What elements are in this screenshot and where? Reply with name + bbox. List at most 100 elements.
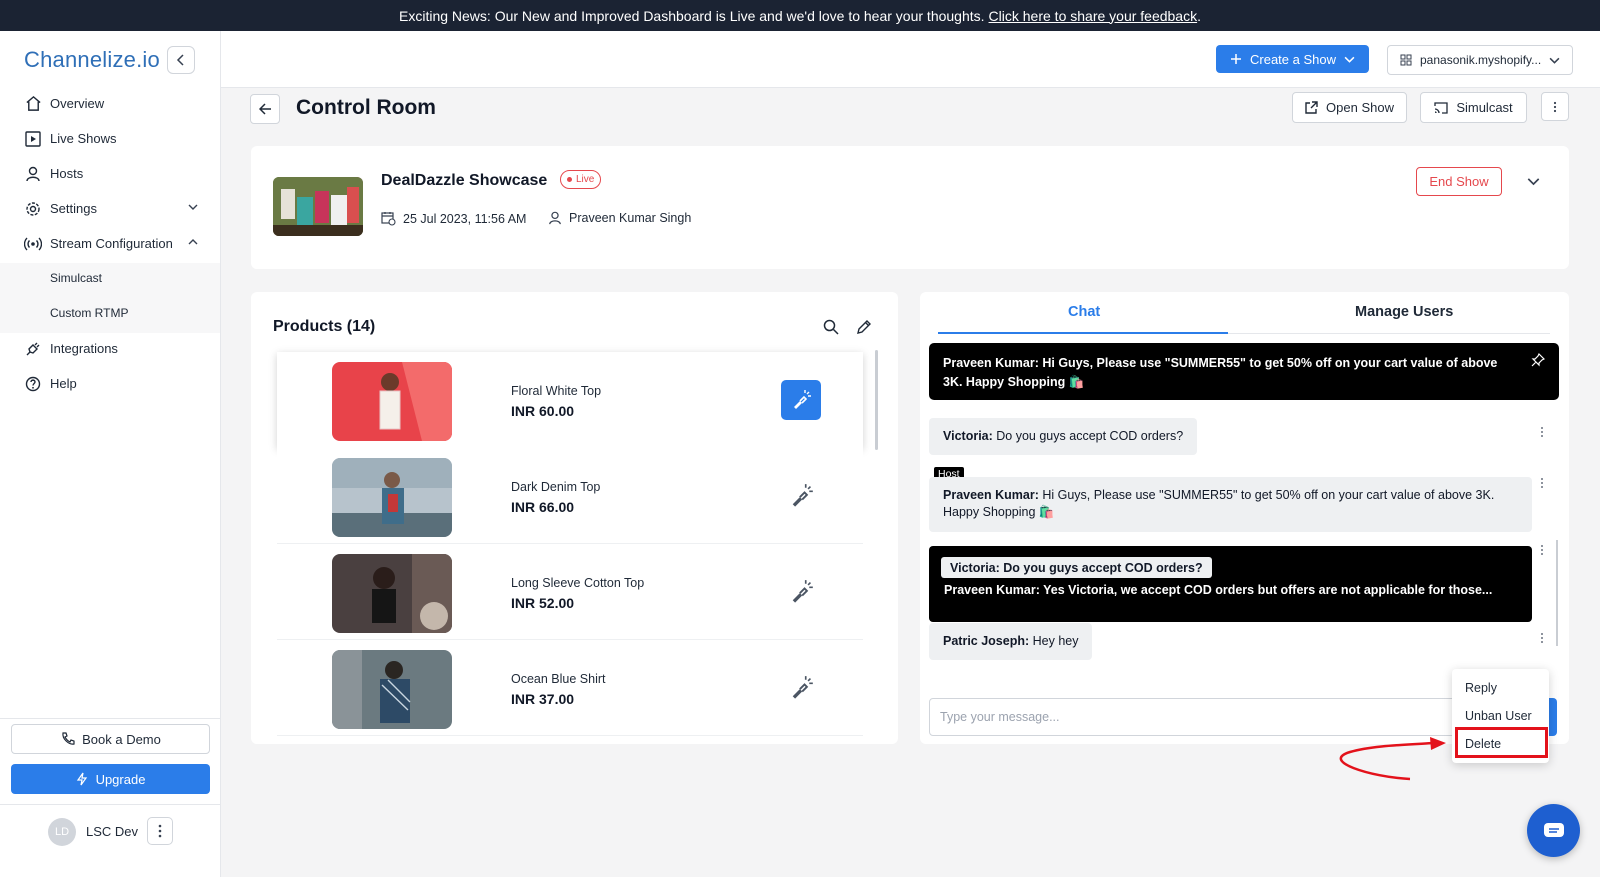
sidebar-item-label: Help [50, 376, 77, 391]
external-link-icon [1305, 101, 1318, 114]
divider [0, 804, 220, 805]
tab-divider [1228, 333, 1550, 334]
product-image [332, 458, 452, 537]
sidebar-item-overview[interactable]: Overview [0, 86, 220, 121]
chevron-down-icon [188, 202, 198, 212]
show-info-card: DealDazzle Showcase Live 25 Jul 2023, 11… [251, 146, 1569, 269]
book-demo-label: Book a Demo [82, 731, 161, 747]
sidebar-item-live-shows[interactable]: Live Shows [0, 121, 220, 156]
sidebar-item-stream-configuration[interactable]: Stream Configuration [0, 226, 220, 261]
chat-message: Victoria: Do you guys accept COD orders? [929, 418, 1198, 455]
store-selector[interactable]: panasonik.myshopify... [1387, 45, 1573, 75]
chat-message-input[interactable]: Type your message... [929, 698, 1469, 736]
product-image [332, 362, 452, 441]
sidebar-item-integrations[interactable]: Integrations [0, 331, 220, 366]
sidebar-subitem-custom-rtmp[interactable]: Custom RTMP [50, 306, 128, 320]
product-row[interactable]: Dark Denim Top INR 66.00 [277, 448, 863, 544]
sidebar-item-label: Hosts [50, 166, 84, 181]
product-row[interactable]: Ocean Blue Shirt INR 37.00 [277, 640, 863, 736]
back-button[interactable] [250, 94, 280, 124]
username: LSC Dev [86, 824, 139, 839]
spotlight-button[interactable] [781, 476, 821, 516]
status-badge: Live [560, 170, 602, 189]
product-price: INR 66.00 [511, 499, 575, 515]
lightning-icon [76, 772, 87, 786]
message-more-icon[interactable] [1540, 426, 1544, 438]
product-name: Ocean Blue Shirt [511, 672, 606, 686]
end-show-button[interactable]: End Show [1416, 167, 1502, 196]
upgrade-button[interactable]: Upgrade [11, 764, 210, 794]
create-show-label: Create a Show [1250, 51, 1336, 67]
open-show-button[interactable]: Open Show [1292, 92, 1407, 123]
chat-bubble-icon [1543, 822, 1564, 837]
sidebar-item-label: Overview [50, 96, 105, 111]
sidebar-item-label: Live Shows [50, 131, 117, 146]
broadcast-icon [24, 235, 42, 253]
sidebar-item-help[interactable]: Help [0, 366, 220, 401]
create-show-button[interactable]: Create a Show [1216, 45, 1369, 73]
spotlight-icon [792, 676, 813, 699]
user-icon [549, 211, 561, 225]
menu-item-unban-user[interactable]: Unban User [1465, 709, 1532, 723]
menu-item-reply[interactable]: Reply [1465, 681, 1497, 695]
datetime-text: 25 Jul 2023, 11:56 AM [403, 211, 527, 226]
sidebar-item-label: Settings [50, 201, 97, 216]
logo[interactable]: Channelize.io [24, 47, 160, 73]
chat-scrollbar[interactable] [1556, 540, 1558, 646]
edit-pencil-icon[interactable] [856, 319, 872, 335]
simulcast-button[interactable]: Simulcast [1420, 92, 1527, 123]
product-name: Long Sleeve Cotton Top [511, 576, 645, 590]
spotlight-button[interactable] [781, 668, 821, 708]
host-name: Praveen Kumar Singh [569, 211, 692, 225]
collapse-sidebar-button[interactable] [167, 46, 195, 74]
product-image [332, 650, 452, 729]
pinned-message: Praveen Kumar: Hi Guys, Please use "SUMM… [929, 343, 1559, 400]
help-icon [24, 375, 42, 393]
show-host: Praveen Kumar Singh [548, 211, 691, 225]
avatar[interactable]: LD [48, 818, 76, 846]
support-chat-button[interactable] [1527, 804, 1580, 857]
message-more-icon[interactable] [1540, 544, 1544, 556]
user-more-button[interactable] [147, 817, 173, 845]
expand-chevron-icon[interactable] [1527, 175, 1540, 188]
product-image [332, 554, 452, 633]
divider [0, 718, 220, 719]
tab-chat[interactable]: Chat [1068, 304, 1100, 320]
spotlight-button[interactable] [781, 380, 821, 420]
product-row[interactable]: Long Sleeve Cotton Top INR 52.00 [277, 544, 863, 640]
upgrade-label: Upgrade [95, 771, 146, 787]
message-author: Patric Joseph: [943, 634, 1030, 648]
active-tab-indicator [938, 332, 1228, 334]
show-title: DealDazzle Showcase [381, 172, 548, 189]
tab-manage-users[interactable]: Manage Users [1355, 304, 1453, 320]
live-dot-icon [567, 177, 572, 182]
store-icon [1400, 54, 1412, 66]
chat-message: Praveen Kumar: Hi Guys, Please use "SUMM… [929, 477, 1532, 532]
book-demo-button[interactable]: Book a Demo [11, 724, 210, 754]
pin-icon[interactable] [1531, 353, 1545, 367]
products-scrollbar[interactable] [875, 350, 878, 450]
search-icon[interactable] [823, 319, 839, 335]
spotlight-icon [794, 390, 811, 409]
message-author: Victoria: [943, 429, 993, 443]
announcement-banner: Exciting News: Our New and Improved Dash… [0, 0, 1600, 31]
sidebar-subitem-simulcast[interactable]: Simulcast [50, 271, 102, 285]
products-title: Products (14) [273, 318, 376, 335]
product-name: Dark Denim Top [511, 480, 601, 494]
product-row[interactable]: Floral White Top INR 60.00 [277, 352, 863, 448]
stream-config-submenu: Simulcast Custom RTMP [0, 263, 220, 333]
message-author: Praveen Kumar: [943, 356, 1039, 370]
product-price: INR 52.00 [511, 595, 575, 611]
sidebar-item-settings[interactable]: Settings [0, 191, 220, 226]
sidebar-item-label: Integrations [50, 341, 118, 356]
more-options-button[interactable] [1541, 92, 1569, 121]
sidebar-item-hosts[interactable]: Hosts [0, 156, 220, 191]
message-text: Yes Victoria, we accept COD orders but o… [1043, 583, 1493, 597]
plug-icon [24, 340, 42, 358]
message-more-icon[interactable] [1540, 477, 1544, 489]
spotlight-button[interactable] [781, 572, 821, 612]
feedback-link[interactable]: Click here to share your feedback [989, 8, 1198, 24]
reply-message: Victoria: Do you guys accept COD orders?… [929, 546, 1532, 622]
message-more-icon[interactable] [1540, 632, 1544, 644]
message-text: Do you guys accept COD orders? [996, 429, 1184, 443]
